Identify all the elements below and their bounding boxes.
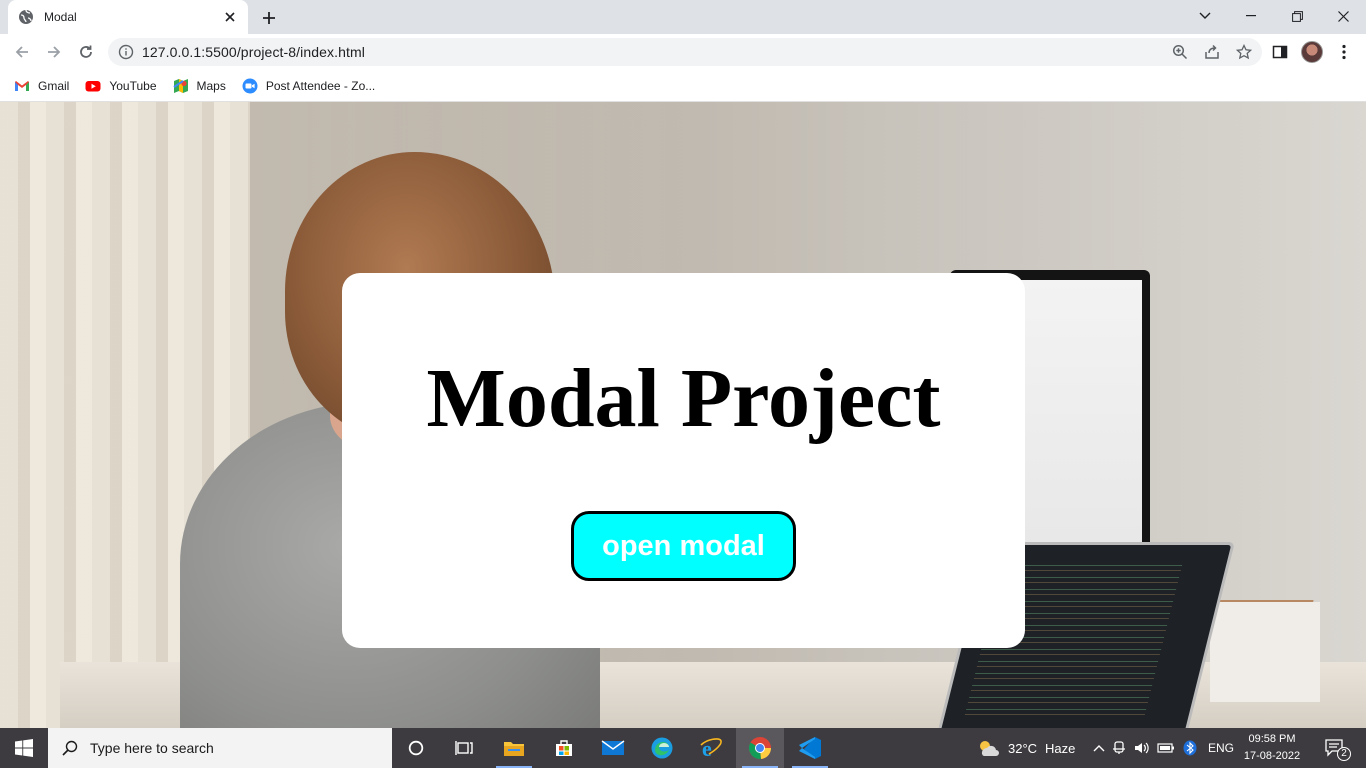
close-tab-icon[interactable] <box>222 9 238 25</box>
meet-now-icon[interactable] <box>1108 741 1130 755</box>
bookmark-label: Post Attendee - Zo... <box>265 78 376 93</box>
minimize-icon[interactable] <box>1228 0 1274 32</box>
bluetooth-icon[interactable] <box>1178 740 1202 756</box>
profile-avatar[interactable] <box>1298 38 1326 66</box>
bookmark-label: Maps <box>196 78 226 93</box>
maps-icon <box>172 78 189 94</box>
browser-toolbar: 127.0.0.1:5500/project-8/index.html <box>0 34 1366 70</box>
side-panel-icon[interactable] <box>1266 38 1294 66</box>
battery-icon[interactable] <box>1154 742 1178 754</box>
start-button[interactable] <box>0 728 48 768</box>
bookmark-label: Gmail <box>38 78 70 93</box>
close-window-icon[interactable] <box>1320 0 1366 32</box>
weather-condition: Haze <box>1045 740 1076 756</box>
system-tray: ENG <box>1090 728 1234 768</box>
bookmark-label: YouTube <box>109 78 157 93</box>
chevron-up-icon[interactable] <box>1090 744 1108 752</box>
weather-temp: 32°C <box>1008 740 1038 756</box>
new-tab-button[interactable] <box>258 7 280 29</box>
notification-badge: 2 <box>1337 747 1351 761</box>
url-text: 127.0.0.1:5500/project-8/index.html <box>142 44 365 60</box>
edge-icon[interactable] <box>638 728 686 768</box>
vscode-icon[interactable] <box>786 728 834 768</box>
internet-explorer-icon[interactable]: e <box>687 728 735 768</box>
weather-widget[interactable]: 32°C Haze <box>976 728 1075 768</box>
volume-icon[interactable] <box>1130 741 1154 755</box>
avatar <box>1301 41 1323 63</box>
clock-date: 17-08-2022 <box>1243 750 1301 762</box>
task-view-icon[interactable] <box>440 728 488 768</box>
globe-icon <box>18 9 34 25</box>
tab-strip: Modal <box>0 0 1366 34</box>
share-icon[interactable] <box>1198 38 1226 66</box>
cortana-icon[interactable] <box>392 728 440 768</box>
youtube-icon <box>85 78 101 94</box>
clock-time: 09:58 PM <box>1248 733 1296 745</box>
bookmark-gmail[interactable]: Gmail <box>14 78 69 94</box>
gmail-icon <box>14 78 30 94</box>
tab-search-icon[interactable] <box>1182 0 1228 32</box>
taskbar-search[interactable]: Type here to search <box>48 728 392 768</box>
tab-title: Modal <box>44 10 77 24</box>
system-clock[interactable]: 09:58 PM 17-08-2022 <box>1240 731 1304 765</box>
modal-card: Modal Project open modal <box>342 273 1025 648</box>
search-placeholder: Type here to search <box>90 740 214 756</box>
bookmark-maps[interactable]: Maps <box>172 78 226 94</box>
open-modal-button[interactable]: open modal <box>571 511 796 581</box>
browser-tab[interactable]: Modal <box>8 0 248 34</box>
reload-icon[interactable] <box>72 38 100 66</box>
bookmark-zoom[interactable]: Post Attendee - Zo... <box>242 78 375 94</box>
zoom-icon <box>242 78 258 94</box>
page-viewport: Modal Project open modal <box>0 102 1366 728</box>
chrome-icon[interactable] <box>736 728 784 768</box>
menu-kebab-icon[interactable] <box>1330 38 1358 66</box>
address-bar[interactable]: 127.0.0.1:5500/project-8/index.html <box>108 38 1262 66</box>
windows-icon <box>15 739 33 757</box>
store-icon[interactable] <box>540 728 588 768</box>
notification-center-button[interactable]: 2 <box>1318 728 1352 768</box>
bookmarks-bar: Gmail YouTube Maps Post Attendee - Zo... <box>0 70 1366 102</box>
zoom-icon[interactable] <box>1166 38 1194 66</box>
background-box <box>1210 602 1320 702</box>
restore-icon[interactable] <box>1274 0 1320 32</box>
bookmark-star-icon[interactable] <box>1230 38 1258 66</box>
page-title: Modal Project <box>426 352 941 445</box>
mail-icon[interactable] <box>589 728 637 768</box>
windows-taskbar: Type here to search e 32°C Haze ENG 09:5… <box>0 728 1366 768</box>
weather-haze-icon <box>976 738 1000 758</box>
back-icon[interactable] <box>8 38 36 66</box>
language-indicator[interactable]: ENG <box>1208 741 1234 755</box>
forward-icon[interactable] <box>40 38 68 66</box>
site-info-icon[interactable] <box>118 44 134 60</box>
notification-icon: 2 <box>1325 739 1351 761</box>
search-icon <box>62 740 78 756</box>
file-explorer-icon[interactable] <box>490 728 538 768</box>
bookmark-youtube[interactable]: YouTube <box>85 78 157 94</box>
